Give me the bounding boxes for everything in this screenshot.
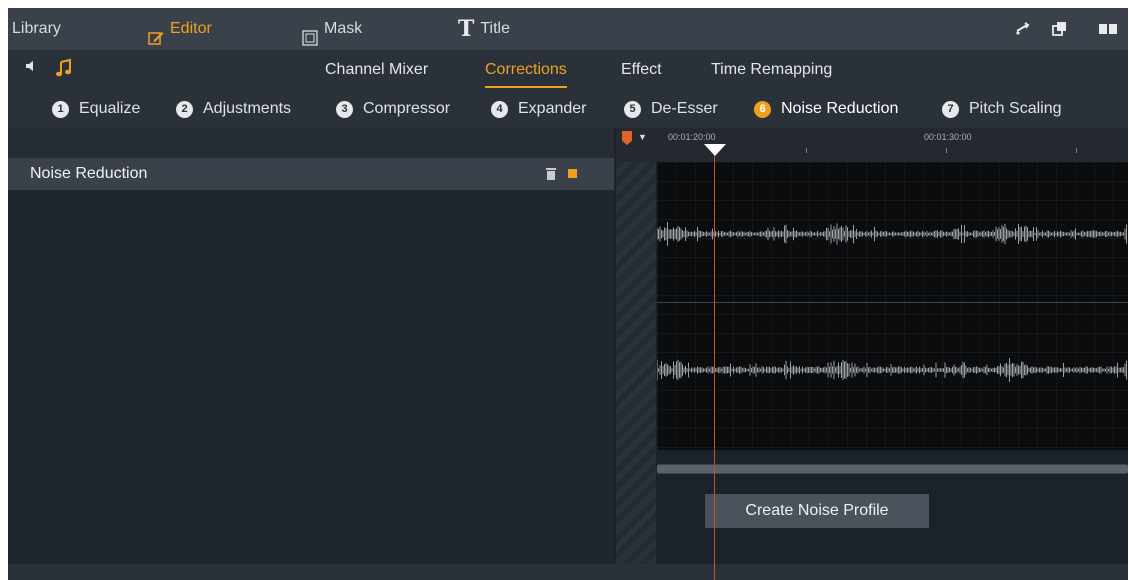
step-number: 7	[942, 100, 959, 118]
audio-editor-window: Library Editor Mask T Title Channel Mixe…	[8, 8, 1128, 580]
ruler-tick	[806, 148, 807, 153]
step-label: Pitch Scaling	[969, 100, 1062, 117]
step-number: 1	[52, 100, 69, 118]
step-expander[interactable]: 4 Expander	[491, 90, 587, 128]
effect-name: Noise Reduction	[30, 165, 148, 182]
speaker-icon[interactable]	[24, 59, 40, 79]
create-noise-profile-button[interactable]: Create Noise Profile	[705, 494, 929, 528]
chevron-down-icon[interactable]: ▼	[638, 132, 647, 142]
pencil-edit-icon	[148, 21, 164, 45]
step-label: Equalize	[79, 100, 141, 117]
scrollbar-thumb[interactable]	[657, 465, 1128, 473]
step-compressor[interactable]: 3 Compressor	[336, 90, 450, 128]
library-tab-label: Library	[12, 20, 61, 37]
audio-waveform	[657, 222, 1127, 382]
step-label: Noise Reduction	[781, 100, 899, 117]
timeline-ruler[interactable]: ▼ 00:01:20:00 00:01:30:00	[616, 128, 1128, 162]
step-number: 6	[754, 100, 771, 118]
window-overlap-icon[interactable]	[1050, 20, 1068, 38]
step-label: Compressor	[363, 100, 451, 117]
step-number: 4	[491, 100, 508, 118]
tab-corrections[interactable]: Corrections	[485, 50, 567, 90]
music-note-icon[interactable]	[52, 58, 76, 82]
channel-divider	[657, 302, 1128, 303]
marker-flag-icon[interactable]	[622, 131, 632, 145]
correction-steps-bar: 1 Equalize 2 Adjustments 3 Compressor 4 …	[8, 90, 1128, 128]
horizontal-scrollbar[interactable]	[657, 464, 1128, 474]
panel-header	[8, 128, 614, 158]
waveform-channel	[657, 222, 1127, 246]
step-label: Expander	[518, 100, 587, 117]
step-number: 3	[336, 100, 353, 118]
tab-time-remapping[interactable]: Time Remapping	[711, 50, 832, 90]
tab-channel-mixer[interactable]: Channel Mixer	[325, 50, 428, 90]
playhead-line[interactable]	[714, 156, 715, 580]
step-equalize[interactable]: 1 Equalize	[52, 90, 140, 128]
waveform-panel: ▼ 00:01:20:00 00:01:30:00 Create Noise P…	[616, 128, 1128, 580]
editor-tab[interactable]: Editor	[148, 8, 212, 50]
effects-list-panel: Noise Reduction	[8, 128, 614, 580]
out-of-range-area	[616, 162, 656, 580]
bottom-status-bar	[8, 564, 1128, 580]
step-label: Adjustments	[203, 100, 292, 117]
step-label: De-Esser	[651, 100, 718, 117]
step-adjustments[interactable]: 2 Adjustments	[176, 90, 291, 128]
ruler-tick	[946, 148, 947, 153]
dual-view-icon[interactable]	[1098, 20, 1117, 38]
swap-icon[interactable]	[1014, 20, 1032, 38]
waveform-channel	[657, 358, 1127, 382]
step-number: 2	[176, 100, 193, 118]
effect-enabled-indicator[interactable]	[568, 169, 577, 178]
timecode-end: 00:01:30:00	[924, 132, 972, 142]
playhead-handle[interactable]	[704, 144, 726, 156]
timecode-start: 00:01:20:00	[668, 132, 716, 142]
step-pitch-scaling[interactable]: 7 Pitch Scaling	[942, 90, 1062, 128]
mask-tab-label: Mask	[324, 20, 363, 37]
waveform-display[interactable]	[657, 162, 1128, 450]
step-de-esser[interactable]: 5 De-Esser	[624, 90, 718, 128]
step-noise-reduction[interactable]: 6 Noise Reduction	[754, 90, 898, 128]
mask-tab[interactable]: Mask	[302, 8, 362, 50]
library-tab[interactable]: Library	[12, 8, 61, 50]
ruler-tick	[1076, 148, 1077, 153]
top-navigation-bar: Library Editor Mask T Title	[8, 8, 1128, 50]
title-t-icon: T	[458, 16, 475, 42]
title-tab[interactable]: T Title	[458, 8, 510, 50]
trash-icon[interactable]	[546, 167, 556, 180]
effect-row-noise-reduction[interactable]: Noise Reduction	[8, 158, 614, 190]
tab-effect[interactable]: Effect	[621, 50, 662, 90]
mask-square-icon	[302, 21, 318, 46]
audio-sub-navigation: Channel Mixer Corrections Effect Time Re…	[8, 50, 1128, 90]
title-tab-label: Title	[480, 20, 511, 37]
step-number: 5	[624, 100, 641, 118]
editor-tab-label: Editor	[170, 20, 212, 37]
